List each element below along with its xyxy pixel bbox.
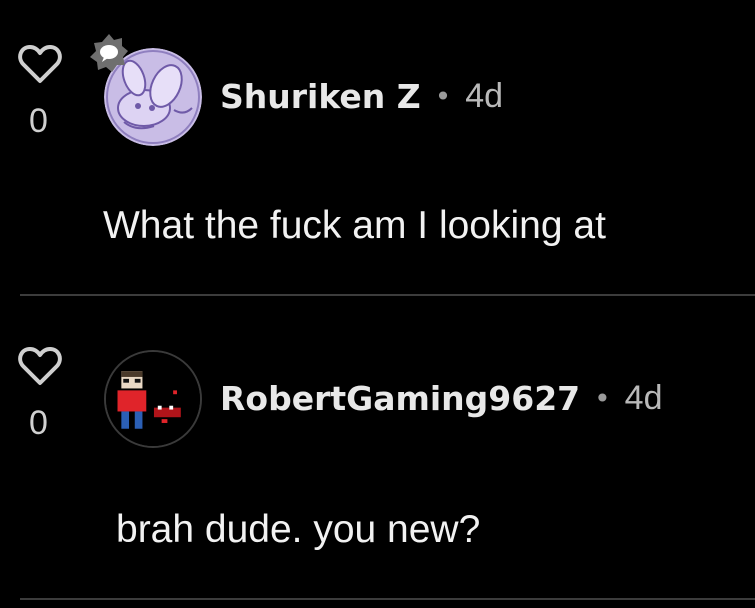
heart-icon[interactable] [18,44,62,84]
comment-item: 0 Shuriken Z • 4d What the fuck am I loo… [0,0,755,296]
comment-header: RobertGaming9627 • 4d [220,378,663,418]
comment-text: brah dude. you new? [116,508,481,551]
separator-dot: • [434,79,452,113]
username[interactable]: Shuriken Z [220,77,421,116]
like-column: 0 [14,346,64,446]
like-column: 0 [14,44,64,144]
comment-item: 0 RobertGaming9627 • 4d brah dude. you n… [0,296,755,608]
like-count: 0 [29,102,48,140]
separator-dot: • [594,381,611,415]
timestamp: 4d [465,76,504,115]
username[interactable]: RobertGaming9627 [220,379,580,418]
like-count: 0 [29,404,48,442]
heart-icon[interactable] [18,346,62,386]
timestamp: 4d [624,378,663,417]
divider [20,598,755,600]
user-avatar[interactable] [104,350,202,448]
comment-text: What the fuck am I looking at [103,204,606,247]
pixel-character-avatar-icon [106,352,200,446]
comment-header: Shuriken Z • 4d [220,76,503,116]
chat-badge-icon [90,34,128,72]
